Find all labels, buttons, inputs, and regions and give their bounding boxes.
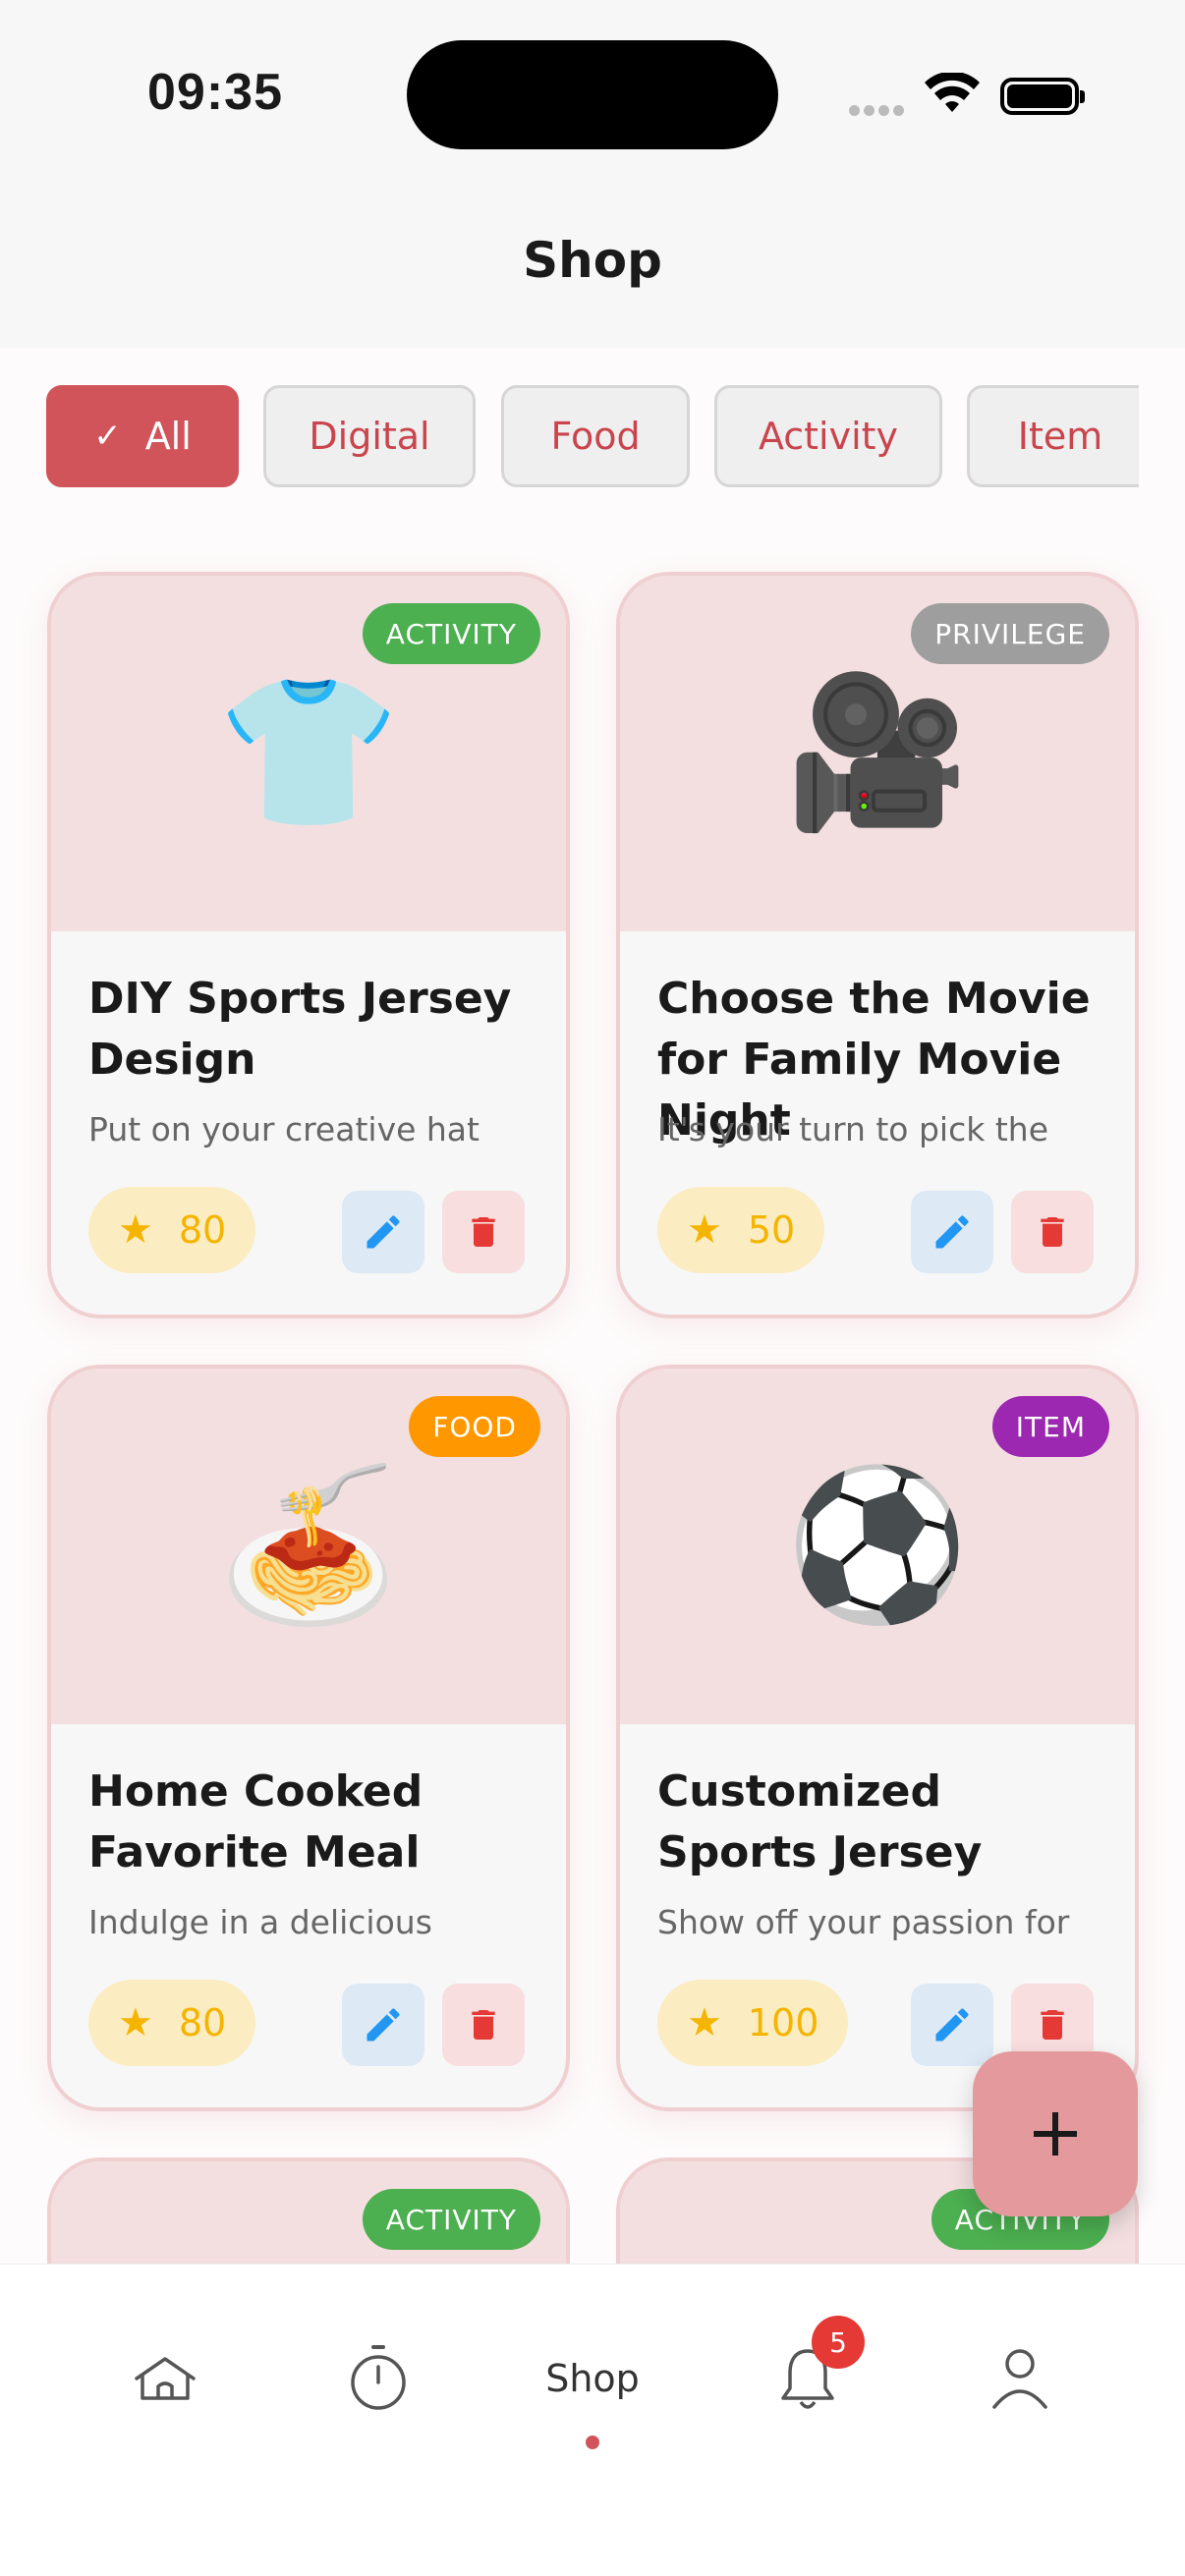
wifi-icon (925, 73, 980, 112)
nav-timer[interactable] (319, 2329, 437, 2428)
delete-button[interactable] (442, 1984, 525, 2066)
status-time: 09:35 (147, 64, 283, 121)
filter-label: Digital (309, 415, 430, 458)
edit-button[interactable] (342, 1191, 424, 1273)
timer-icon (351, 2345, 406, 2410)
header-area: 09:35 Shop (0, 0, 1185, 348)
filter-chip-activity[interactable]: Activity (714, 385, 942, 487)
card-image: FOOD 🍝 (51, 1369, 566, 1724)
movie-camera-icon: 🎥 (785, 667, 970, 838)
points-badge: ★ 100 (657, 1980, 849, 2066)
edit-button[interactable] (911, 1984, 993, 2066)
trash-icon (1041, 1217, 1064, 1247)
filter-label: Food (550, 415, 641, 458)
filter-label: Item (1017, 415, 1103, 458)
shirt-icon: 👕 (216, 667, 401, 838)
nav-home[interactable] (106, 2329, 224, 2428)
trash-icon (472, 2010, 495, 2040)
card-description: Put on your creative hat (88, 1110, 480, 1148)
trash-icon (472, 1217, 495, 1247)
star-icon: ★ (118, 1207, 153, 1253)
pencil-icon (935, 1215, 969, 1249)
card-image: ITEM ⚽ (620, 1369, 1135, 1724)
card-title: Customized Sports Jersey (657, 1766, 983, 1877)
add-reward-button[interactable] (973, 2051, 1138, 2216)
category-tag: ACTIVITY (362, 2189, 540, 2250)
star-icon: ★ (118, 2000, 153, 2045)
pencil-icon (367, 2008, 400, 2042)
card-description: It's your turn to pick the (657, 1110, 1048, 1148)
home-icon (135, 2357, 196, 2400)
category-tag: FOOD (409, 1396, 540, 1457)
category-tag: ITEM (991, 1396, 1109, 1457)
filter-label: Activity (758, 415, 899, 458)
notification-badge: 5 (812, 2316, 865, 2369)
edit-button[interactable] (911, 1191, 993, 1273)
card-image: ACTIVITY 👕 (51, 576, 566, 931)
points-badge: ★ 80 (88, 1187, 256, 1273)
points-value: 50 (747, 1208, 796, 1252)
filter-chip-food[interactable]: Food (501, 385, 690, 487)
nav-profile[interactable] (961, 2329, 1079, 2428)
points-badge: ★ 80 (88, 1980, 256, 2066)
cellular-signal-icon (849, 101, 908, 120)
edit-button[interactable] (342, 1984, 424, 2066)
filter-chip-all[interactable]: ✓ All (46, 385, 239, 487)
card-title: Home Cooked Favorite Meal (88, 1766, 423, 1877)
delete-button[interactable] (1011, 1191, 1094, 1273)
points-value: 100 (747, 2001, 819, 2044)
filter-label: All (144, 415, 192, 458)
pencil-icon (935, 2008, 969, 2042)
dynamic-island (407, 40, 778, 149)
points-badge: ★ 50 (657, 1187, 825, 1273)
reward-card[interactable]: PRIVILEGE 🎥 Choose the Movie for Family … (616, 572, 1139, 1318)
filter-chip-item[interactable]: Item (967, 385, 1139, 487)
star-icon: ★ (687, 1207, 722, 1253)
bottom-navigation: Shop 5 (0, 2264, 1185, 2576)
category-tag: PRIVILEGE (911, 603, 1109, 664)
nav-shop[interactable]: Shop (534, 2329, 651, 2428)
reward-card[interactable]: FOOD 🍝 Home Cooked Favorite Meal Indulge… (47, 1365, 570, 2111)
active-tab-indicator (586, 2436, 599, 2449)
soccer-ball-icon: ⚽ (785, 1460, 970, 1631)
delete-button[interactable] (442, 1191, 525, 1273)
card-description: Show off your passion for (657, 1903, 1070, 1941)
nav-shop-label: Shop (545, 2357, 640, 2400)
points-value: 80 (178, 2001, 227, 2044)
category-filters: ✓ All Digital Food Activity Item (46, 385, 1139, 487)
pencil-icon (367, 1215, 400, 1249)
reward-card[interactable]: ITEM ⚽ Customized Sports Jersey Show off… (616, 1365, 1139, 2111)
trash-icon (1041, 2010, 1064, 2040)
user-icon (992, 2349, 1047, 2409)
star-icon: ★ (687, 2000, 722, 2045)
card-description: Indulge in a delicious (88, 1903, 432, 1941)
reward-card[interactable]: ACTIVITY 👕 DIY Sports Jersey Design Put … (47, 572, 570, 1318)
battery-icon (1000, 78, 1085, 115)
page-title: Shop (523, 232, 662, 289)
card-image: PRIVILEGE 🎥 (620, 576, 1135, 931)
check-icon: ✓ (93, 417, 122, 456)
filter-chip-digital[interactable]: Digital (263, 385, 476, 487)
plus-icon (1034, 2112, 1077, 2156)
category-tag: ACTIVITY (362, 603, 540, 664)
points-value: 80 (178, 1208, 227, 1252)
card-title: DIY Sports Jersey Design (88, 974, 512, 1085)
spaghetti-icon: 🍝 (216, 1460, 401, 1631)
